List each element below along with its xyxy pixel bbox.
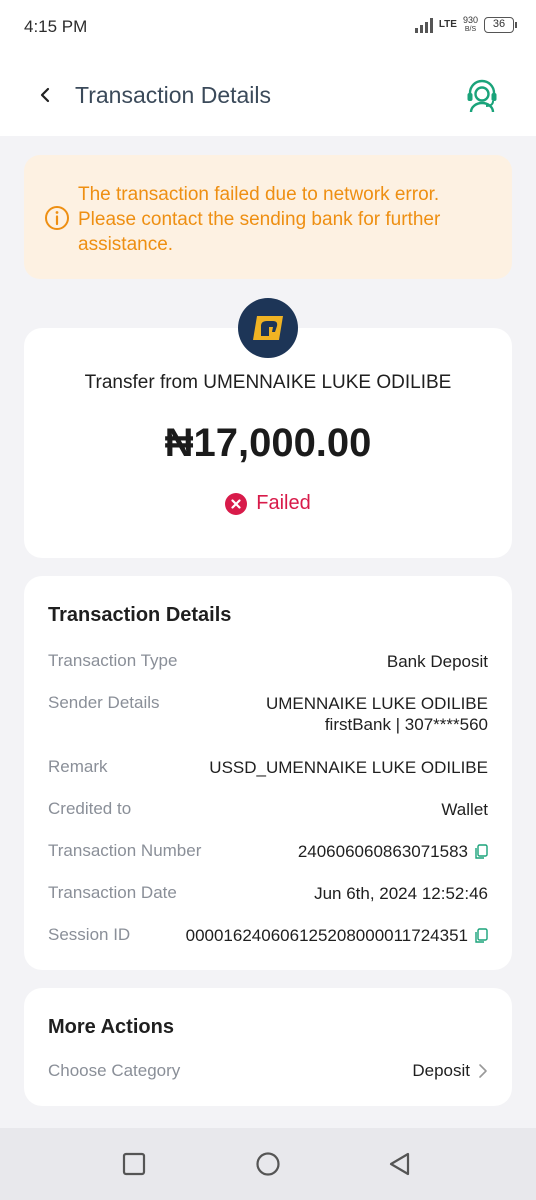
back-button[interactable] [30, 80, 60, 110]
status-icons: LTE 930 B/S 36 [414, 15, 517, 34]
status-bar: 4:15 PM LTE 930 B/S 36 [0, 0, 536, 56]
more-actions-title: More Actions [48, 1016, 174, 1038]
info-icon [45, 206, 69, 230]
session-id: 000016240606125208000011724351 [185, 926, 468, 945]
status-badge: Failed [24, 492, 512, 515]
detail-value: UMENNAIKE LUKE ODILIBE firstBank | 307**… [266, 693, 488, 735]
detail-value: USSD_UMENNAIKE LUKE ODILIBE [209, 758, 488, 777]
alert-message: The transaction failed due to network er… [78, 184, 441, 255]
detail-value: 000016240606125208000011724351 [186, 925, 488, 946]
page-title: Transaction Details [75, 82, 272, 108]
network-type: LTE [438, 19, 457, 30]
detail-value: 240606060863071583 [298, 841, 488, 862]
detail-label: Credited to [48, 799, 132, 818]
more-actions-card: More Actions Choose Category Deposit [24, 988, 512, 1106]
detail-label: Transaction Date [48, 883, 177, 902]
transaction-amount: ₦17,000.00 [164, 421, 372, 465]
signal-icon [414, 17, 433, 33]
copy-icon[interactable] [474, 927, 488, 944]
chevron-left-icon [40, 87, 50, 103]
failed-x-icon [225, 492, 248, 515]
bank-elephant-logo [253, 316, 283, 340]
square-recents-icon[interactable] [120, 1150, 148, 1178]
choose-category-value: Deposit [412, 1061, 488, 1081]
status-text: Failed [256, 492, 311, 514]
transaction-number: 240606060863071583 [297, 842, 468, 861]
app-header: Transaction Details [0, 56, 536, 136]
detail-label: Remark [48, 757, 108, 776]
triangle-back-icon[interactable] [386, 1150, 414, 1178]
detail-value: Wallet [441, 800, 488, 819]
copy-icon[interactable] [474, 843, 488, 860]
choose-category-label: Choose Category [48, 1061, 181, 1080]
detail-label: Transaction Number [48, 841, 202, 860]
support-button[interactable] [462, 76, 502, 116]
headset-support-icon [467, 79, 497, 113]
details-title: Transaction Details [48, 604, 232, 626]
network-speed: 930 B/S [462, 15, 478, 34]
system-nav-bar [0, 1128, 536, 1200]
circle-home-icon[interactable] [254, 1150, 282, 1178]
battery-icon: 36 [484, 17, 517, 33]
sender-name: UMENNAIKE LUKE ODILIBE [265, 694, 488, 713]
detail-label: Session ID [48, 925, 131, 944]
detail-value: Jun 6th, 2024 12:52:46 [314, 884, 488, 903]
transaction-details-card: Transaction Details Transaction Type Ban… [24, 576, 512, 970]
error-alert: The transaction failed due to network er… [24, 155, 512, 279]
status-time: 4:15 PM [24, 17, 88, 36]
bank-logo [238, 298, 298, 358]
chevron-right-icon [479, 1064, 487, 1078]
transaction-summary-card: Transfer from UMENNAIKE LUKE ODILIBE ₦17… [24, 328, 512, 558]
detail-label: Sender Details [48, 693, 160, 712]
transfer-description: Transfer from UMENNAIKE LUKE ODILIBE [84, 372, 452, 393]
detail-value: Bank Deposit [386, 652, 488, 671]
detail-label: Transaction Type [48, 651, 178, 670]
sender-bank: firstBank | 307****560 [324, 715, 488, 734]
